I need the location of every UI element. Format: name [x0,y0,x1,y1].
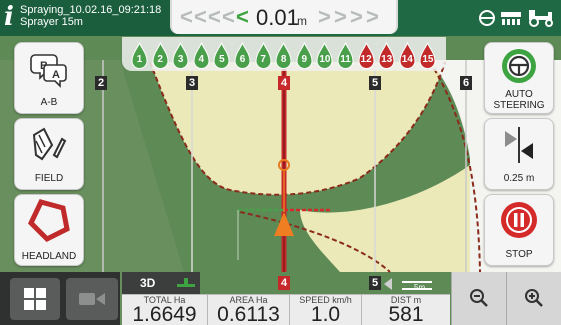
section-7-indicator[interactable]: 7 [255,41,272,70]
section-14-indicator[interactable]: 14 [399,41,416,70]
zoom-in-button[interactable] [506,272,561,325]
section-1-indicator[interactable]: 1 [131,41,148,70]
section-number: 7 [260,54,266,65]
stop-icon [501,202,537,238]
section-number: 14 [401,54,413,65]
section-number: 9 [301,54,308,65]
navigation-screen: i Spraying_10.02.16_09:21:18 Sprayer 15m… [0,0,561,325]
stat-area: AREA Ha 0.6113 [208,294,290,325]
speaker-icon [384,278,392,290]
ab-line-label: A-B [40,97,58,108]
stat-dist: DIST m 581 [362,294,450,325]
stat-dist-value: 581 [388,303,424,325]
section-2-indicator[interactable]: 2 [152,41,169,70]
zoom-in-icon [525,289,543,307]
section-number: 12 [360,54,372,65]
chevron-left-icon: < [222,4,235,29]
chevron-left-active-icon: < [236,4,249,29]
section-number: 5 [219,54,225,65]
view-mode-label: 3D [140,276,156,290]
headland-button[interactable]: HEADLAND [14,194,84,266]
section-number: 13 [381,54,393,65]
section-9-indicator[interactable]: 9 [296,41,313,70]
section-3-indicator[interactable]: 3 [172,41,189,70]
stop-label: STOP [505,249,533,260]
section-8-indicator[interactable]: 8 [275,41,292,70]
chevron-left-icon: < [208,4,221,29]
field-label: FIELD [34,173,64,184]
chevron-right-icon: > [350,4,363,29]
section-number: 6 [239,54,246,65]
guide-label-top: 3 [186,76,198,90]
menu-grid-button[interactable] [10,278,60,320]
section-15-indicator[interactable]: 15 [419,41,436,70]
steering-wheel-icon [502,49,536,83]
shift-line-icon [505,127,533,163]
ab-icon: B A [30,54,67,88]
section-number: 11 [340,54,351,65]
grid-icon [24,288,46,310]
section-6-indicator[interactable]: 6 [234,41,251,70]
chevron-right-icon: > [334,4,347,29]
field-icon [32,127,67,161]
section-number: 4 [198,54,205,65]
offset-unit: m [297,14,307,28]
svg-text:A: A [52,69,60,81]
implement-icon[interactable] [500,9,522,27]
implement-name: Sprayer 15m [20,16,83,28]
section-4-indicator[interactable]: 4 [193,41,210,70]
zoom-out-button[interactable] [451,272,506,325]
antenna-icon[interactable] [478,9,496,27]
chevron-right-icon: > [318,4,331,29]
info-icon[interactable]: i [4,4,14,30]
tractor-icon[interactable] [526,6,556,28]
guide-label-bottom: 5 [369,276,381,290]
chevron-left-icon: < [194,4,207,29]
cross-track-offset: 0.01 [256,5,299,30]
camera-button[interactable] [66,278,118,320]
stat-total-value: 1.6649 [132,303,197,325]
section-number: 15 [422,54,434,65]
stop-button[interactable]: STOP [484,194,554,266]
view-mode-toggle[interactable]: 3D [122,272,200,294]
section-number: 10 [319,54,331,65]
guide-label-top: 5 [369,76,381,90]
shift-line-button[interactable]: 0.25 m [484,118,554,190]
section-number: 1 [136,54,143,65]
job-name: Spraying_10.02.16_09:21:18 [20,4,162,16]
section-5-indicator[interactable]: 5 [213,41,230,70]
auto-steering-label: AUTO STEERING [493,89,545,111]
guide-label-bottom-active: 4 [278,276,290,290]
section-12-indicator[interactable]: 12 [358,41,375,70]
section-number: 8 [280,54,287,65]
video-camera-icon [79,293,105,305]
headland-label: HEADLAND [21,251,77,262]
guide-label-top: 2 [95,76,107,90]
stat-total: TOTAL Ha 1.6649 [122,294,208,325]
stat-speed: SPEED km/h 1.0 [290,294,362,325]
zoom-out-icon [470,289,488,307]
section-13-indicator[interactable]: 13 [378,41,395,70]
stat-speed-value: 1.0 [310,303,341,325]
chevron-left-icon: < [180,4,193,29]
section-10-indicator[interactable]: 10 [316,41,333,70]
scale-indicator [384,278,432,290]
stat-area-value: 0.6113 [217,303,280,325]
shift-value: 0.25 m [503,173,535,184]
scale-label: 5m [414,283,426,292]
ab-line-button[interactable]: B A A-B [14,42,84,114]
guide-label-top-active: 4 [278,76,290,90]
headland-icon [27,199,70,243]
auto-steering-button[interactable]: AUTO STEERING [484,42,554,114]
section-number: 3 [177,54,184,65]
chevron-right-icon: > [366,4,379,29]
top-status-bar: i Spraying_10.02.16_09:21:18 Sprayer 15m… [0,0,561,36]
section-11-indicator[interactable]: 11 [337,41,354,70]
vehicle-view-icon [177,278,195,287]
field-button[interactable]: FIELD [14,118,84,190]
guide-label-top: 6 [460,76,472,90]
section-number: 2 [157,54,163,65]
